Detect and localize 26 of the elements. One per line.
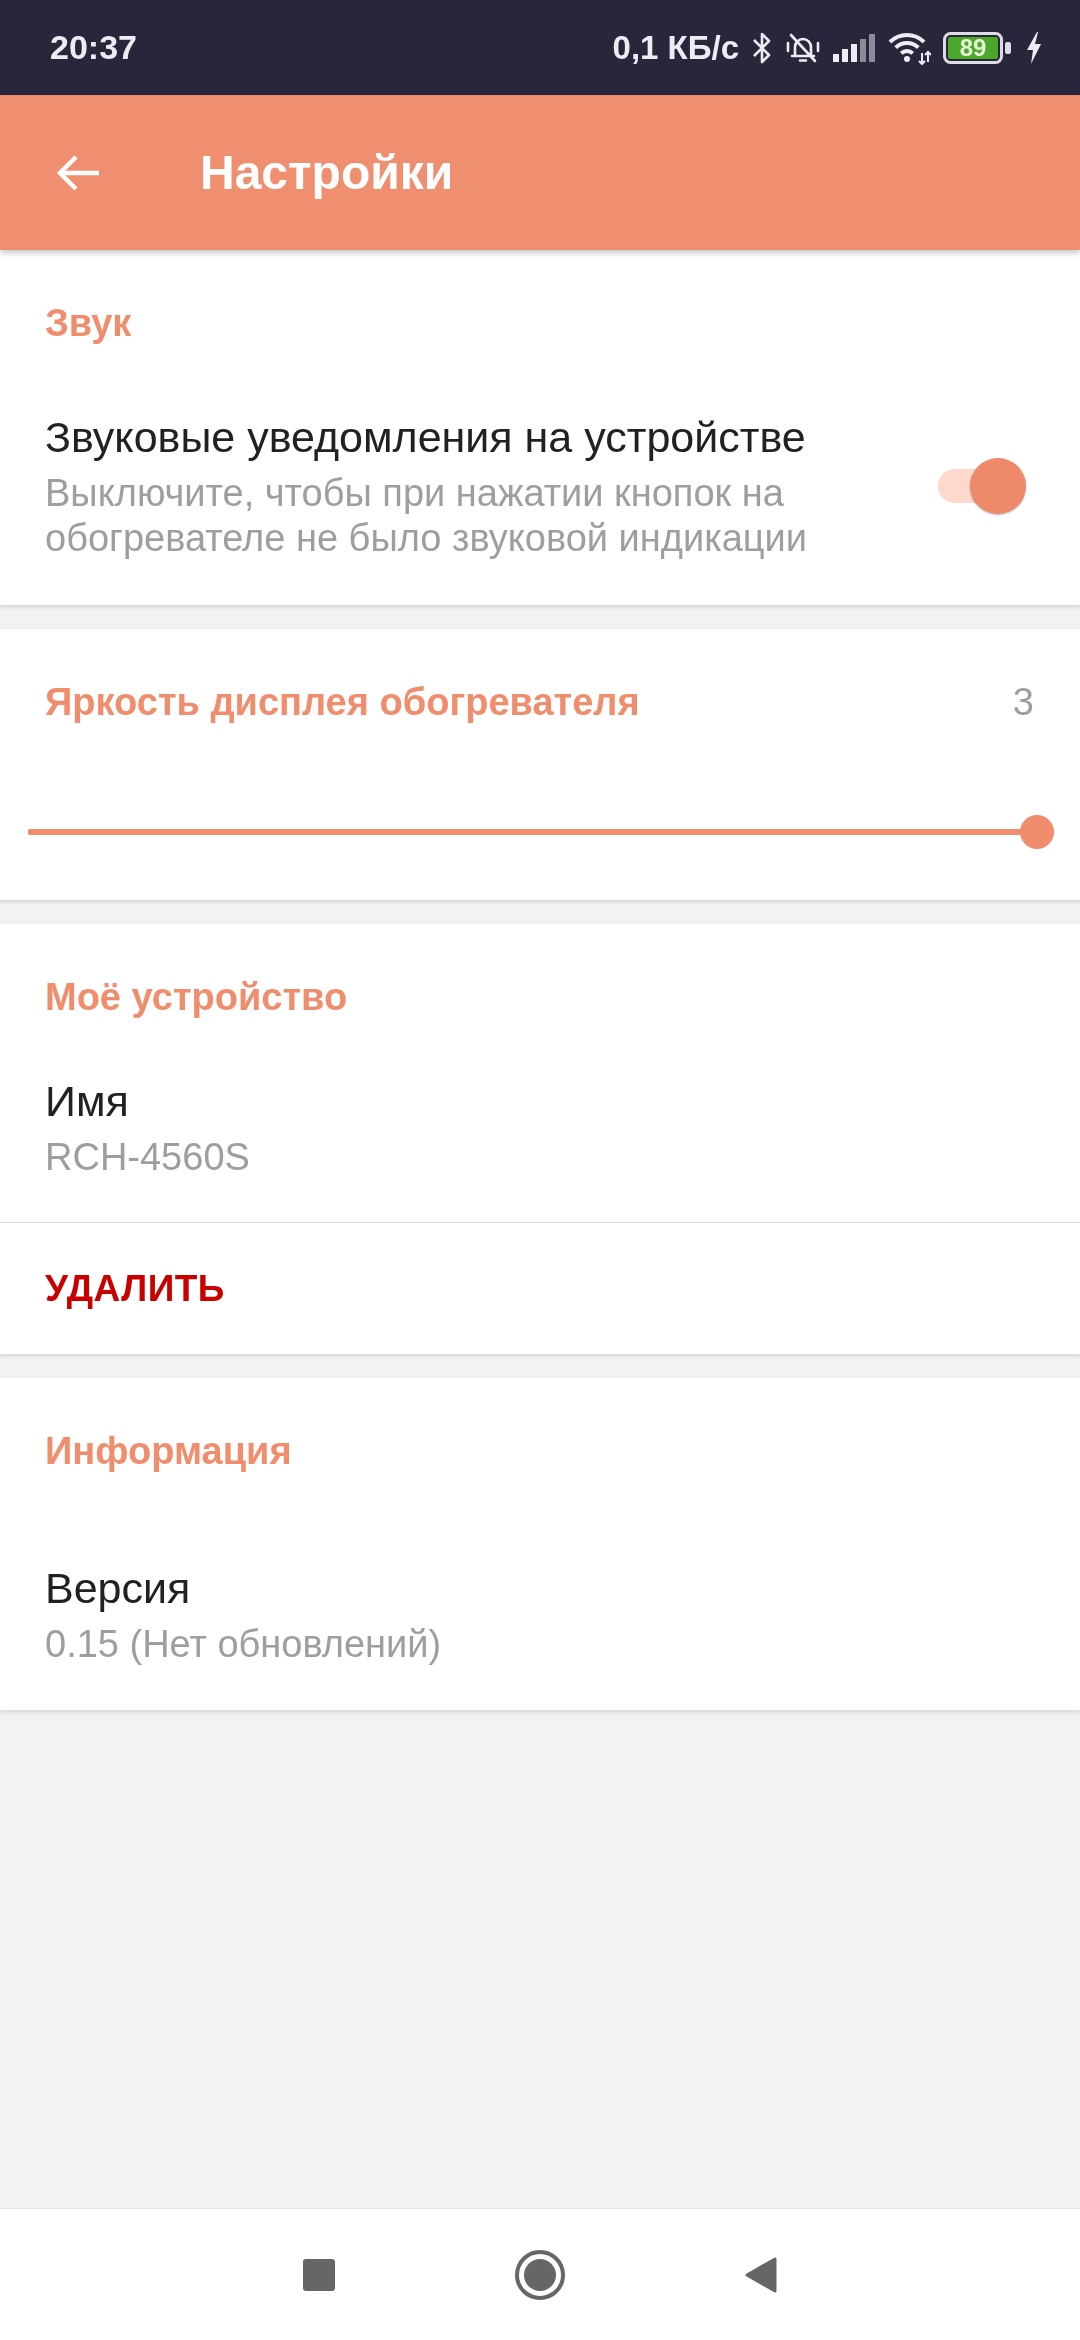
setting-title: Яркость дисплея обогревателя [45, 680, 640, 725]
slider-thumb[interactable] [1020, 815, 1054, 849]
screen-title: Настройки [200, 145, 454, 200]
setting-summary: RCH-4560S [45, 1135, 250, 1180]
setting-summary: 0.15 (Нет обновлений) [45, 1622, 442, 1667]
setting-title: Звуковые уведомления на устройстве [45, 412, 806, 463]
square-icon[interactable] [303, 2258, 335, 2291]
back-icon[interactable] [55, 152, 101, 193]
setting-summary: Выключите, чтобы при нажатии кнопок на обогревателе не было звуковой индикации [45, 471, 809, 561]
network-speed: 0,1 КБ/с [612, 28, 739, 67]
setting-value: 3 [1012, 680, 1034, 725]
setting-title: Имя [45, 1076, 129, 1127]
wifi-icon [887, 30, 931, 65]
delete-button[interactable]: УДАЛИТЬ [45, 1267, 225, 1310]
section-title: Звук [45, 301, 132, 346]
home-icon[interactable] [515, 2249, 565, 2300]
status-time: 20:37 [50, 28, 137, 67]
back-icon[interactable] [745, 2256, 777, 2293]
bluetooth-icon [751, 30, 773, 65]
battery-percent: 89 [959, 36, 987, 59]
signal-icon [833, 33, 875, 62]
section-title: Моё устройство [45, 975, 348, 1020]
battery-icon [943, 31, 1013, 64]
section-title: Информация [45, 1429, 292, 1474]
setting-title: Версия [45, 1563, 191, 1614]
charging-icon [1025, 31, 1043, 64]
